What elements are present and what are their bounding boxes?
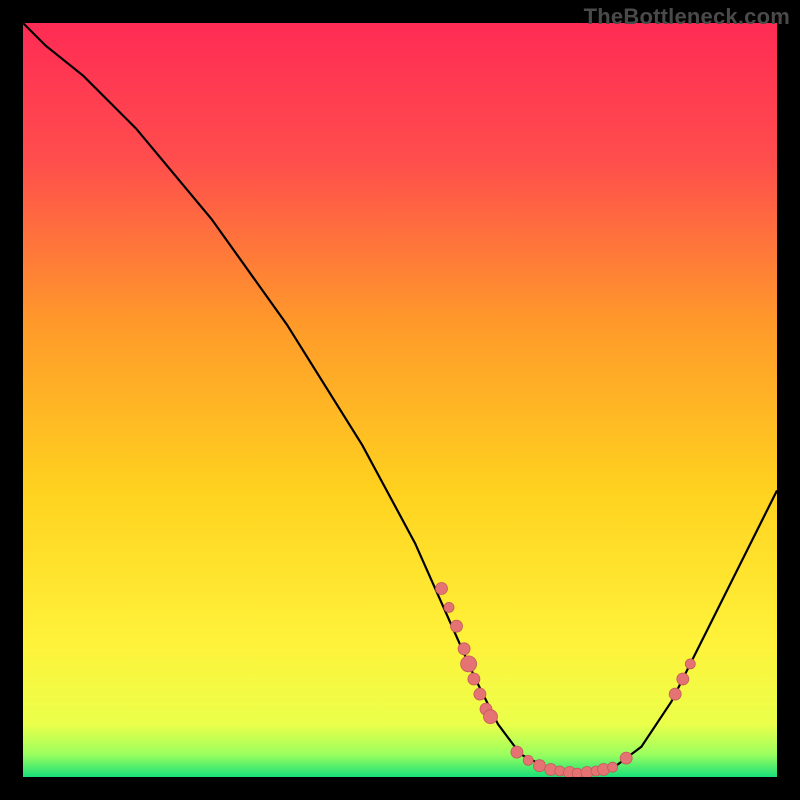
data-marker xyxy=(451,620,463,632)
data-marker xyxy=(474,688,486,700)
data-marker xyxy=(511,746,523,758)
data-marker xyxy=(685,659,695,669)
data-marker xyxy=(523,755,533,765)
data-marker xyxy=(669,688,681,700)
data-marker xyxy=(461,656,477,672)
data-marker xyxy=(458,643,470,655)
watermark-text: TheBottleneck.com xyxy=(584,4,790,30)
data-marker xyxy=(484,710,498,724)
data-marker xyxy=(677,673,689,685)
data-marker xyxy=(436,583,448,595)
chart-svg xyxy=(23,23,777,777)
chart-plot-area xyxy=(23,23,777,777)
data-marker xyxy=(608,762,618,772)
data-marker xyxy=(534,760,546,772)
data-marker xyxy=(468,673,480,685)
gradient-background xyxy=(23,23,777,777)
data-marker xyxy=(555,766,565,776)
data-marker xyxy=(620,752,632,764)
data-marker xyxy=(444,602,454,612)
